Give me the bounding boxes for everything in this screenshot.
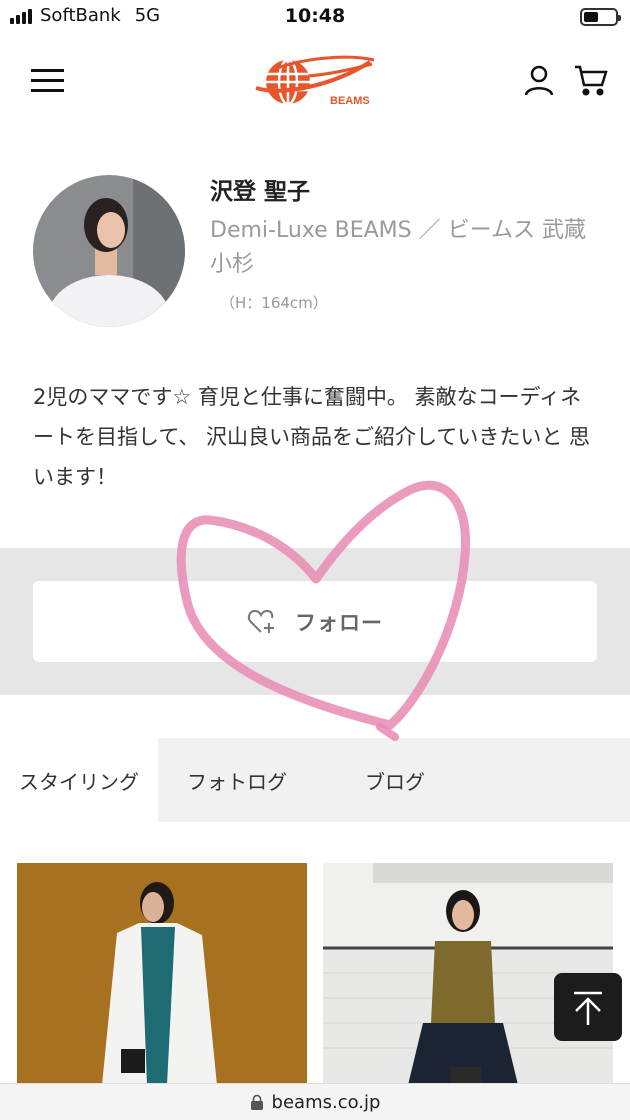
profile-bio: 2児のママです☆ 育児と仕事に奮闘中。 素敵なコーディネートを目指して、 沢山良…	[33, 385, 591, 489]
profile-name: 沢登 聖子	[210, 179, 311, 205]
hamburger-menu-icon[interactable]	[31, 69, 64, 93]
browser-url-bar[interactable]: beams.co.jp	[0, 1083, 630, 1120]
tab-photolog[interactable]: フォトログ	[158, 738, 316, 822]
profile-height: （H：164cm）	[220, 294, 328, 312]
follow-label: フォロー	[295, 610, 383, 635]
content-tabs: スタイリング フォトログ ブログ	[0, 738, 630, 822]
tab-blog[interactable]: ブログ	[316, 738, 474, 822]
status-time: 10:48	[284, 5, 346, 27]
user-icon[interactable]	[523, 64, 555, 96]
heart-plus-icon	[247, 609, 274, 633]
status-bar: SoftBank 5G 10:48	[0, 0, 630, 36]
lock-icon	[250, 1094, 263, 1110]
url-text: beams.co.jp	[271, 1091, 381, 1113]
styling-thumbnail[interactable]	[17, 863, 307, 1085]
arrow-up-icon	[574, 991, 602, 1025]
site-header: BEAMS	[0, 36, 630, 126]
profile-shop[interactable]: Demi-Luxe BEAMS ／ ビームス 武蔵小杉	[210, 214, 605, 282]
follow-button[interactable]: フォロー	[33, 581, 597, 662]
back-to-top-button[interactable]	[554, 973, 622, 1041]
cart-icon[interactable]	[574, 64, 608, 96]
avatar	[33, 175, 185, 327]
beams-logo[interactable]: BEAMS	[252, 52, 378, 112]
logo-text: BEAMS	[330, 95, 370, 107]
battery-icon	[580, 8, 621, 26]
tab-styling[interactable]: スタイリング	[0, 738, 158, 822]
